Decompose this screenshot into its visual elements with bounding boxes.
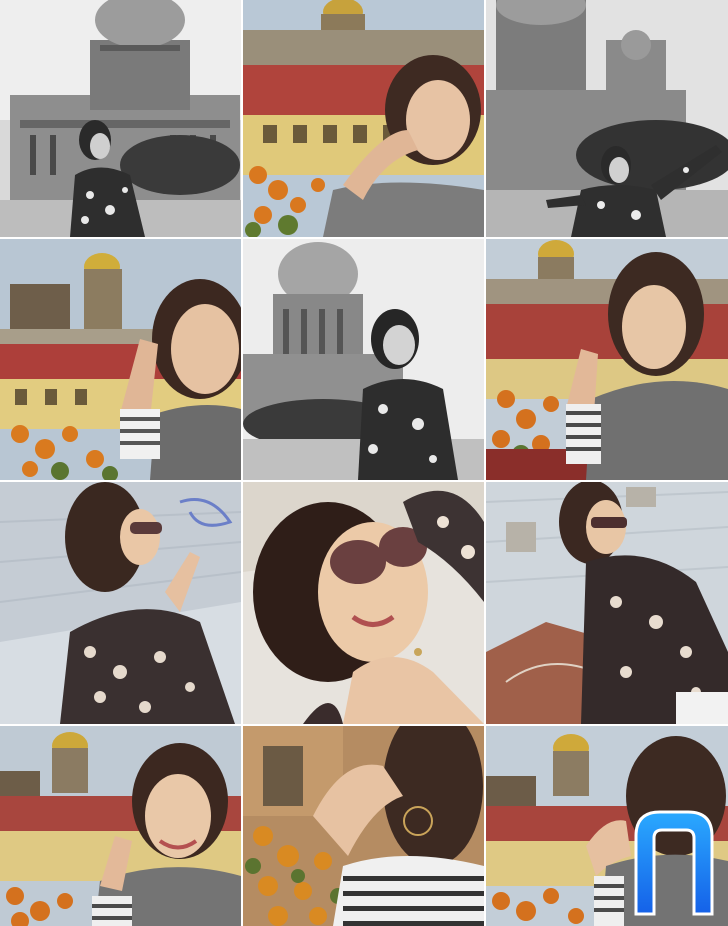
photo-tile-7[interactable] <box>0 482 241 724</box>
photo-tile-11[interactable] <box>243 726 484 926</box>
photo-tile-4[interactable] <box>0 239 241 480</box>
photo-cathedral-bw-cheer <box>486 0 728 237</box>
photo-sunglasses-closeup <box>243 482 484 724</box>
photo-rooftop-dome-blur <box>0 239 241 480</box>
photo-rooftop-flowers-blur <box>243 0 484 237</box>
photo-flowers-hand <box>243 726 484 926</box>
photo-tile-1[interactable] <box>0 0 241 237</box>
n-logo-icon <box>628 806 720 918</box>
photo-dome-smile <box>0 726 241 926</box>
photo-cathedral-bw-smile <box>243 239 484 480</box>
photo-tile-2[interactable] <box>243 0 484 237</box>
photo-tile-10[interactable] <box>0 726 241 926</box>
photo-tile-5[interactable] <box>243 239 484 480</box>
photo-grid <box>0 0 728 926</box>
photo-rooftop-flowers-smile <box>486 239 728 480</box>
photo-roof-sunglasses-lean <box>486 482 728 724</box>
photo-tile-6[interactable] <box>486 239 728 480</box>
photo-tile-12[interactable] <box>486 726 728 926</box>
photo-tile-3[interactable] <box>486 0 728 237</box>
photo-roof-sunglasses <box>0 482 241 724</box>
photo-tile-8[interactable] <box>243 482 484 724</box>
photo-tile-9[interactable] <box>486 482 728 724</box>
photo-cathedral-bw <box>0 0 241 237</box>
